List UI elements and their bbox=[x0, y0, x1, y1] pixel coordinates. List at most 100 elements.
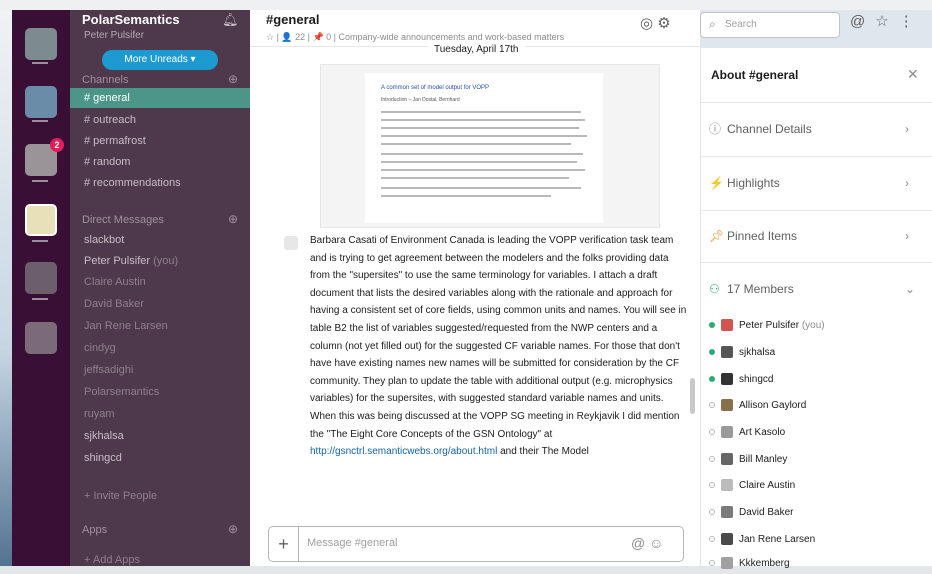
message-link[interactable]: http://gsnctrl.semanticwebs.org/about.ht… bbox=[310, 446, 497, 457]
workspace-name[interactable]: PolarSemantics bbox=[82, 12, 180, 27]
call-icon[interactable]: ◎ bbox=[640, 15, 653, 32]
member-row[interactable]: Claire Austin bbox=[709, 476, 925, 496]
document-text-line bbox=[381, 143, 571, 145]
workspace-switcher-active[interactable] bbox=[25, 204, 57, 236]
date-divider-label: Tuesday, April 17th bbox=[428, 44, 525, 55]
you-suffix: (you) bbox=[801, 320, 825, 331]
sidebar-item-outreach[interactable]: # outreach bbox=[70, 110, 250, 130]
add-channel-icon[interactable]: ⊕ bbox=[228, 72, 238, 86]
presence-away-icon bbox=[709, 482, 715, 489]
file-preview[interactable]: A common set of model output for VOPP In… bbox=[320, 64, 660, 228]
document-text-line bbox=[381, 153, 583, 155]
sidebar-item-general[interactable]: # general bbox=[70, 88, 250, 108]
presence-away-icon bbox=[709, 509, 715, 516]
avatar bbox=[721, 479, 733, 492]
chevron-right-icon: › bbox=[905, 229, 909, 243]
star-icon[interactable]: ☆ bbox=[875, 13, 898, 30]
dm-item[interactable]: shingcd bbox=[70, 448, 250, 468]
document-page: A common set of model output for VOPP In… bbox=[365, 73, 603, 223]
sidebar-item-recommendations[interactable]: # recommendations bbox=[70, 173, 250, 193]
sidebar-item-permafrost[interactable]: # permafrost bbox=[70, 131, 250, 151]
direct-messages-header[interactable]: Direct Messages bbox=[82, 214, 164, 226]
more-icon[interactable]: ⋮ bbox=[899, 13, 924, 30]
close-icon[interactable]: ✕ bbox=[907, 66, 919, 83]
member-row[interactable]: Allison Gaylord bbox=[709, 396, 925, 416]
workspace-switcher-5[interactable] bbox=[25, 262, 57, 294]
presence-online-icon bbox=[709, 322, 715, 329]
mention-icon[interactable]: @ bbox=[631, 535, 645, 551]
add-dm-icon[interactable]: ⊕ bbox=[228, 212, 238, 226]
channel-header-actions: ◎ ⚙ bbox=[640, 14, 671, 32]
about-panel: About #general ✕ ⓘ Channel Details › ⚡ Hig… bbox=[700, 48, 932, 570]
presence-away-icon bbox=[709, 560, 715, 567]
member-row[interactable]: Jan Rene Larsen bbox=[709, 530, 925, 550]
member-row[interactable]: Bill Manley bbox=[709, 450, 925, 470]
topbar-right-actions: @☆⋮ bbox=[850, 12, 924, 30]
workspace-switcher-1[interactable] bbox=[25, 28, 57, 60]
message-input[interactable]: Message #general bbox=[307, 537, 398, 549]
more-unreads-button[interactable]: More Unreads ▾ bbox=[102, 50, 218, 70]
dm-item[interactable]: Jan Rene Larsen bbox=[70, 316, 250, 336]
workspace-switcher-2[interactable] bbox=[25, 86, 57, 118]
apps-header[interactable]: Apps bbox=[82, 524, 107, 536]
member-row[interactable]: sjkhalsa bbox=[709, 343, 925, 363]
section-label: Pinned Items bbox=[727, 229, 798, 243]
attach-plus-icon[interactable]: + bbox=[269, 527, 299, 561]
member-row[interactable]: David Baker bbox=[709, 503, 925, 523]
channel-main: #general ☆ | 👤 22 | 📌 0 | Company-wide a… bbox=[250, 10, 700, 566]
workspace-shortcut-hint bbox=[32, 240, 48, 242]
dm-item-slackbot[interactable]: slackbot bbox=[70, 230, 250, 250]
avatar bbox=[721, 373, 733, 386]
dm-item[interactable]: jeffsadighi bbox=[70, 360, 250, 380]
divider bbox=[701, 156, 932, 157]
search-input[interactable]: Search bbox=[725, 19, 757, 30]
section-label: Channel Details bbox=[727, 122, 812, 136]
dm-item[interactable]: sjkhalsa bbox=[70, 426, 250, 446]
channel-title[interactable]: #general bbox=[266, 12, 319, 27]
bell-icon[interactable]: 🔔︎ bbox=[222, 12, 239, 28]
dm-item[interactable]: ruyam bbox=[70, 404, 250, 424]
workspace-shortcut-hint bbox=[32, 298, 48, 300]
add-app-icon[interactable]: ⊕ bbox=[228, 522, 238, 536]
avatar bbox=[721, 319, 733, 332]
sidebar-item-random[interactable]: # random bbox=[70, 152, 250, 172]
channel-details-section[interactable]: ⓘ Channel Details › bbox=[709, 118, 925, 140]
section-label: 17 Members bbox=[727, 282, 794, 296]
chevron-right-icon: › bbox=[905, 176, 909, 190]
member-name: Art Kasolo bbox=[739, 427, 786, 438]
avatar bbox=[721, 506, 733, 519]
dm-item[interactable]: Claire Austin bbox=[70, 272, 250, 292]
gear-icon[interactable]: ⚙ bbox=[657, 15, 670, 32]
member-row[interactable]: Peter Pulsifer (you) bbox=[709, 316, 925, 336]
dm-item[interactable]: cindyg bbox=[70, 338, 250, 358]
you-suffix: (you) bbox=[153, 255, 179, 267]
mention-icon[interactable]: @ bbox=[850, 13, 875, 30]
dm-item-self[interactable]: Peter Pulsifer (you) bbox=[70, 251, 250, 271]
member-row[interactable]: Kkkemberg bbox=[709, 554, 925, 574]
dm-item[interactable]: David Baker bbox=[70, 294, 250, 314]
scrollbar[interactable] bbox=[690, 378, 695, 414]
document-text-line bbox=[381, 195, 551, 197]
avatar bbox=[721, 453, 733, 466]
channels-header[interactable]: Channels bbox=[82, 74, 128, 86]
member-row[interactable]: shingcd bbox=[709, 370, 925, 390]
add-apps-link[interactable]: + Add Apps bbox=[70, 550, 250, 566]
member-name: shingcd bbox=[739, 374, 774, 385]
add-workspace-button[interactable] bbox=[25, 322, 57, 354]
message-composer[interactable]: + Message #general @ ☺ bbox=[268, 526, 684, 562]
divider bbox=[701, 262, 932, 263]
emoji-icon[interactable]: ☺ bbox=[649, 535, 663, 551]
message-hover-icon bbox=[284, 236, 298, 250]
member-name: Allison Gaylord bbox=[739, 400, 807, 411]
document-subtitle: Introduction – Jan Dostal, Bernhard bbox=[381, 97, 460, 103]
pin-icon: 📌︎ bbox=[709, 229, 725, 243]
highlights-section[interactable]: ⚡ Highlights › bbox=[709, 172, 925, 194]
pinned-items-section[interactable]: 📌︎ Pinned Items › bbox=[709, 225, 925, 247]
more-unreads-label: More Unreads bbox=[124, 54, 188, 65]
dm-item[interactable]: Polarsemantics bbox=[70, 382, 250, 402]
members-section[interactable]: ⚇ 17 Members ⌄ bbox=[709, 278, 925, 300]
search-box[interactable]: ⌕ Search bbox=[700, 12, 840, 38]
chevron-down-icon: ⌄ bbox=[905, 282, 916, 296]
member-row[interactable]: Art Kasolo bbox=[709, 423, 925, 443]
invite-people-link[interactable]: + Invite People bbox=[70, 486, 250, 506]
